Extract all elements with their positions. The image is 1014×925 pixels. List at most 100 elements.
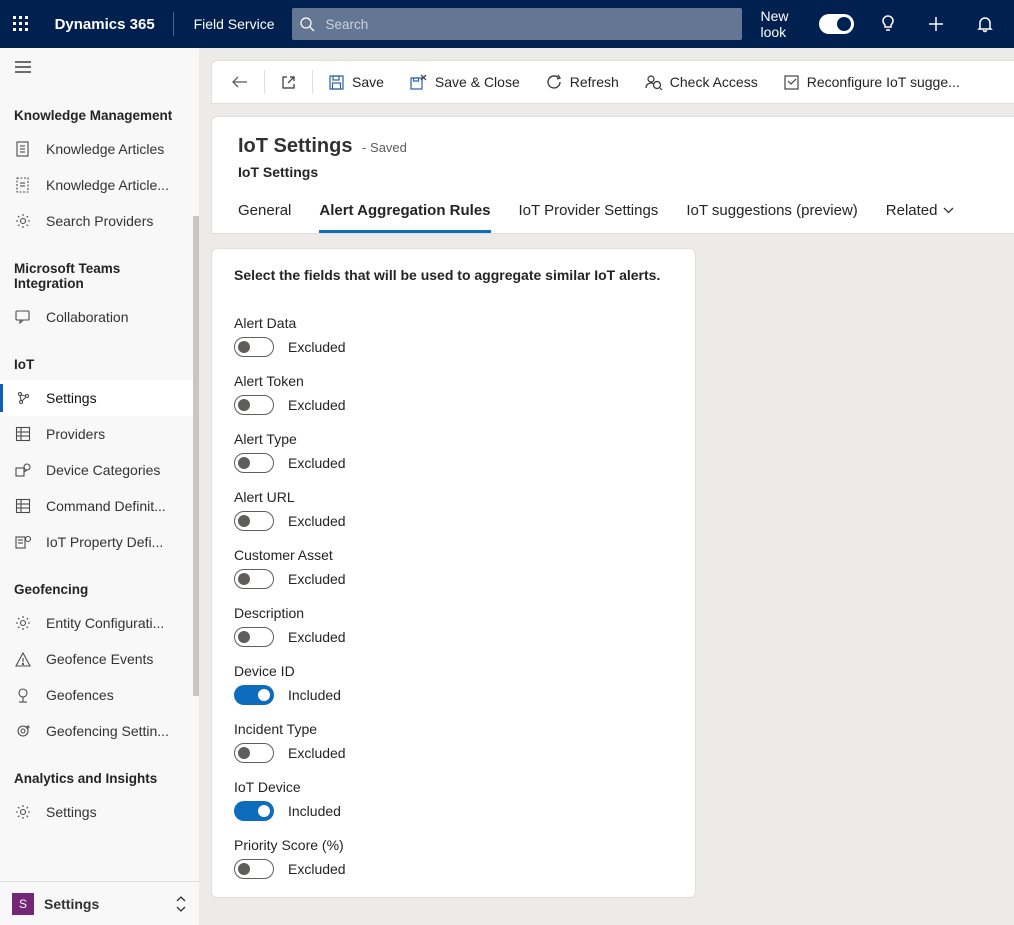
app-name[interactable]: Field Service bbox=[186, 16, 287, 32]
warn-icon bbox=[14, 652, 32, 667]
reconfigure-label: Reconfigure IoT sugge... bbox=[807, 74, 960, 90]
nav-item[interactable]: Command Definit... bbox=[0, 488, 199, 524]
nav-collapse-button[interactable] bbox=[12, 56, 34, 78]
hamburger-icon bbox=[15, 61, 31, 73]
nav-item[interactable]: Geofences bbox=[0, 677, 199, 713]
toggle-switch[interactable] bbox=[234, 743, 274, 763]
pin-icon bbox=[14, 687, 32, 703]
nav-item[interactable]: Collaboration bbox=[0, 299, 199, 335]
nav-item-label: Geofencing Settin... bbox=[46, 723, 185, 739]
app-launcher-button[interactable] bbox=[0, 0, 43, 48]
nav-item-label: Providers bbox=[46, 426, 185, 442]
chat-icon bbox=[14, 309, 32, 325]
toggle-state-label: Excluded bbox=[288, 513, 346, 529]
nav-item-label: Entity Configurati... bbox=[46, 615, 185, 631]
toggle-state-label: Included bbox=[288, 803, 341, 819]
notifications-button[interactable] bbox=[963, 0, 1006, 48]
toggle-state-label: Excluded bbox=[288, 397, 346, 413]
aggregation-field: IoT Device Included bbox=[234, 779, 673, 821]
save-close-button[interactable]: Save & Close bbox=[398, 61, 532, 103]
property-icon bbox=[14, 534, 32, 550]
aggregation-field: Device ID Included bbox=[234, 663, 673, 705]
form-name: IoT Settings bbox=[238, 164, 988, 180]
toggle-switch[interactable] bbox=[234, 801, 274, 821]
toggle-state-label: Included bbox=[288, 687, 341, 703]
nav-item[interactable]: Knowledge Article... bbox=[0, 167, 199, 203]
command-bar: Save Save & Close Refresh Check Access R… bbox=[211, 60, 1014, 104]
arrow-left-icon bbox=[232, 75, 248, 89]
plus-icon bbox=[928, 16, 944, 32]
assistant-button[interactable] bbox=[866, 0, 909, 48]
tab-related[interactable]: Related bbox=[886, 202, 955, 233]
nav-item[interactable]: Device Categories bbox=[0, 452, 199, 488]
nav-item[interactable]: Knowledge Articles bbox=[0, 131, 199, 167]
refresh-button[interactable]: Refresh bbox=[534, 61, 631, 103]
check-access-button[interactable]: Check Access bbox=[633, 61, 770, 103]
tab-provider[interactable]: IoT Provider Settings bbox=[519, 202, 659, 233]
search-icon bbox=[300, 17, 315, 32]
nav-item-label: Settings bbox=[46, 804, 185, 820]
field-label: Alert URL bbox=[234, 489, 673, 505]
reconfigure-icon bbox=[784, 75, 799, 90]
aggregation-field: Alert Data Excluded bbox=[234, 315, 673, 357]
tab-related-label: Related bbox=[886, 202, 938, 219]
nav-item-label: Geofences bbox=[46, 687, 185, 703]
nav-item[interactable]: Providers bbox=[0, 416, 199, 452]
field-label: IoT Device bbox=[234, 779, 673, 795]
global-search[interactable] bbox=[292, 8, 742, 40]
field-label: Device ID bbox=[234, 663, 673, 679]
aggregation-field: Alert TokenExcluded bbox=[234, 373, 673, 415]
reconfigure-button[interactable]: Reconfigure IoT sugge... bbox=[772, 61, 972, 103]
area-switcher[interactable]: S Settings bbox=[0, 881, 199, 925]
brand-link[interactable]: Dynamics 365 bbox=[49, 16, 161, 33]
add-button[interactable] bbox=[915, 0, 958, 48]
nav-item-label: Knowledge Articles bbox=[46, 141, 185, 157]
open-in-new-button[interactable] bbox=[269, 61, 308, 103]
nav-item[interactable]: IoT Property Defi... bbox=[0, 524, 199, 560]
back-button[interactable] bbox=[220, 61, 260, 103]
main-content: Save Save & Close Refresh Check Access R… bbox=[199, 48, 1014, 925]
nav-item-label: IoT Property Defi... bbox=[46, 534, 185, 550]
tab-aggregation[interactable]: Alert Aggregation Rules bbox=[319, 202, 490, 233]
toggle-switch[interactable] bbox=[234, 685, 274, 705]
aggregation-field: Alert URL Excluded bbox=[234, 489, 673, 531]
nav-item[interactable]: Geofence Events bbox=[0, 641, 199, 677]
nav-item[interactable]: Settings bbox=[0, 794, 199, 830]
nav-item[interactable]: Entity Configurati... bbox=[0, 605, 199, 641]
gear-icon bbox=[14, 804, 32, 820]
save-label: Save bbox=[352, 74, 384, 90]
gear-icon bbox=[14, 615, 32, 631]
save-close-icon bbox=[410, 75, 427, 90]
grid-doc-icon bbox=[14, 426, 32, 442]
toggle-switch[interactable] bbox=[234, 337, 274, 357]
nav-scrollbar[interactable] bbox=[193, 216, 199, 876]
toggle-switch[interactable] bbox=[234, 859, 274, 879]
save-button[interactable]: Save bbox=[317, 61, 396, 103]
toggle-switch[interactable] bbox=[234, 511, 274, 531]
iot-settings-icon bbox=[14, 390, 32, 406]
toggle-switch[interactable] bbox=[234, 627, 274, 647]
nav-group-header: IoT bbox=[0, 335, 199, 380]
nav-item[interactable]: Settings bbox=[0, 380, 199, 416]
form-tabs: General Alert Aggregation Rules IoT Prov… bbox=[238, 202, 988, 233]
device-cat-icon bbox=[14, 462, 32, 478]
new-look-toggle[interactable]: New look bbox=[754, 8, 860, 40]
field-label: Customer Asset bbox=[234, 547, 673, 563]
header-divider bbox=[173, 12, 174, 36]
toggle-switch[interactable] bbox=[234, 569, 274, 589]
search-input[interactable] bbox=[323, 16, 734, 33]
nav-item[interactable]: Search Providers bbox=[0, 203, 199, 239]
target-icon bbox=[14, 723, 32, 739]
record-header: IoT Settings - Saved IoT Settings Genera… bbox=[211, 116, 1014, 234]
field-label: Description bbox=[234, 605, 673, 621]
toggle-state-label: Excluded bbox=[288, 339, 346, 355]
toggle-switch[interactable] bbox=[234, 453, 274, 473]
field-label: Alert Data bbox=[234, 315, 673, 331]
tab-general[interactable]: General bbox=[238, 202, 291, 233]
nav-item-label: Settings bbox=[46, 390, 185, 406]
nav-group-header: Geofencing bbox=[0, 560, 199, 605]
toggle-switch[interactable] bbox=[234, 395, 274, 415]
nav-item[interactable]: Geofencing Settin... bbox=[0, 713, 199, 749]
tab-suggestions[interactable]: IoT suggestions (preview) bbox=[686, 202, 857, 233]
aggregation-field: DescriptionExcluded bbox=[234, 605, 673, 647]
